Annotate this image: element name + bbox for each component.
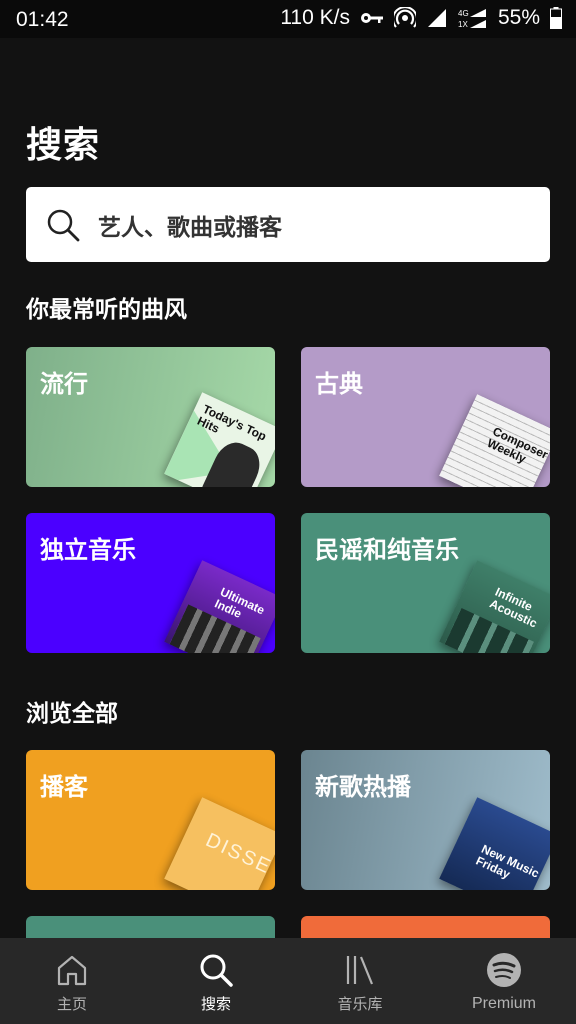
battery-percent: 55% [497, 6, 540, 29]
status-bar: 01:42 110 K/s 4G 1X 55% [0, 0, 576, 38]
key-icon [360, 11, 384, 25]
section-title-browse-all: 浏览全部 [26, 701, 118, 727]
genre-tile-label: 民谣和纯音乐 [315, 536, 459, 564]
page-title: 搜索 [26, 125, 101, 166]
genre-tile-label: 独立音乐 [40, 536, 136, 564]
playlist-cover: Today's Top Hits [164, 392, 275, 487]
cellular-signal-icon: 4G 1X [458, 7, 488, 29]
svg-text:4G: 4G [458, 9, 469, 18]
nav-home-label: 主页 [56, 995, 87, 1013]
search-icon [47, 209, 80, 241]
playlist-cover: Composer Weekly [439, 394, 550, 487]
svg-text:1X: 1X [458, 20, 468, 29]
home-icon [57, 955, 87, 986]
genre-tile-classical[interactable]: 古典 Composer Weekly [301, 347, 550, 487]
browse-tile-podcasts[interactable]: 播客 DISSECT [26, 750, 275, 890]
nav-library[interactable]: 音乐库 [288, 938, 432, 1024]
search-input[interactable]: 艺人、歌曲或播客 [26, 187, 550, 262]
nav-home[interactable]: 主页 [0, 938, 144, 1024]
spotify-logo-icon [487, 953, 521, 987]
genre-tile-indie[interactable]: 独立音乐 Ultimate Indie [26, 513, 275, 653]
status-time: 01:42 [16, 8, 69, 31]
section-title-favorite-genres: 你最常听的曲风 [26, 297, 187, 323]
net-speed: 110 K/s [280, 6, 350, 29]
nav-search-label: 搜索 [200, 995, 231, 1013]
browse-tile-new-releases[interactable]: 新歌热播 New Music Friday [301, 750, 550, 890]
hotspot-icon [393, 7, 416, 29]
genre-tile-label: 流行 [40, 370, 88, 398]
genre-tile-pop[interactable]: 流行 Today's Top Hits [26, 347, 275, 487]
wifi-signal-icon [426, 8, 448, 28]
browse-tile-label: 新歌热播 [315, 773, 411, 801]
cover-text: Composer Weekly [484, 424, 550, 466]
nav-premium-label: Premium [471, 995, 536, 1012]
bottom-nav: 主页 搜索 音乐库 Premium [0, 938, 576, 1024]
cover-text: New Music Friday [473, 841, 542, 882]
battery-icon [550, 7, 562, 29]
library-icon [346, 956, 374, 985]
genre-tile-label: 古典 [315, 370, 363, 398]
nav-library-label: 音乐库 [337, 995, 383, 1013]
playlist-cover: DISSECT [164, 797, 275, 890]
playlist-cover: Ultimate Indie [164, 560, 275, 653]
search-icon [200, 954, 233, 987]
nav-search[interactable]: 搜索 [144, 938, 288, 1024]
cover-text: DISSECT [202, 829, 275, 890]
playlist-cover: New Music Friday [439, 797, 550, 890]
search-placeholder: 艺人、歌曲或播客 [98, 214, 282, 241]
genre-tile-folk-acoustic[interactable]: 民谣和纯音乐 Infinite Acoustic [301, 513, 550, 653]
nav-premium[interactable]: Premium [432, 938, 576, 1024]
status-icons: 110 K/s 4G 1X 55% [280, 6, 562, 30]
playlist-cover: Infinite Acoustic [439, 560, 550, 653]
browse-tile-label: 播客 [40, 773, 88, 801]
